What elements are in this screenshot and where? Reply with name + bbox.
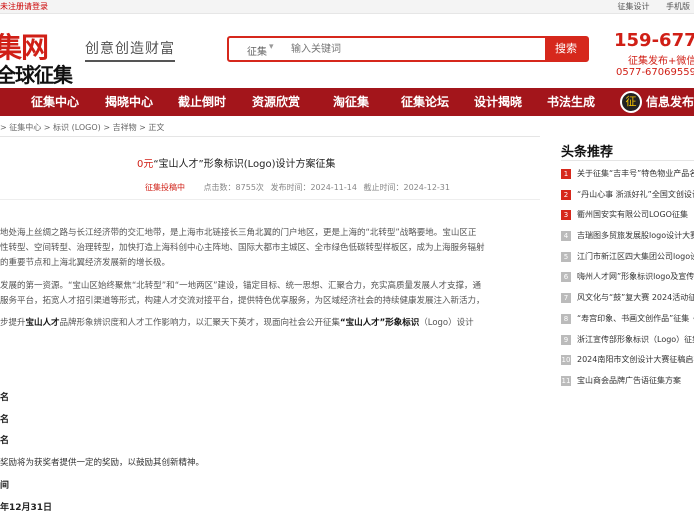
list-item-link[interactable]: 嗨州人才网”形象标识logo及宣传语: [577, 272, 694, 281]
prize-tag: 0元: [137, 159, 154, 170]
search-category-select[interactable]: 征集: [247, 43, 267, 58]
rank-badge: 5: [561, 252, 571, 262]
list-item-link[interactable]: 衢州国安实有限公司LOGO征集: [577, 210, 688, 219]
nav-item-calligraphy[interactable]: 书法生成: [547, 88, 595, 116]
nav-item-countdown[interactable]: 截止倒时: [178, 88, 226, 116]
view-count: 点击数：8755次: [203, 183, 264, 192]
rank-badge: 4: [561, 231, 571, 241]
chevron-down-icon[interactable]: ▾: [269, 42, 274, 52]
nav-item-forum[interactable]: 征集论坛: [401, 88, 449, 116]
list-item-link[interactable]: “丹山心事 浙派好礼”全国文创设计: [577, 190, 694, 199]
top-bar: 未注册请登录 征集设计 手机版: [0, 0, 694, 14]
hotline-number: 159-677-: [614, 30, 694, 51]
rank-badge: 6: [561, 272, 571, 282]
search-input[interactable]: [291, 41, 531, 57]
time-label: 间: [0, 481, 10, 491]
top-links: 征集设计 手机版: [603, 0, 690, 14]
article-paragraph: 地处海上丝绸之路与长江经济带的交汇地带，是上海市北链接长三角北翼的门户地区，更是…: [0, 228, 477, 238]
top-link-mobile[interactable]: 手机版: [666, 2, 690, 11]
list-item[interactable]: 10 2024南阳市文创设计大赛征稿启事: [561, 354, 694, 368]
search-box: 征集 ▾ 搜索: [227, 36, 589, 62]
nav-item-post-info[interactable]: 信息发布: [646, 88, 694, 116]
article-title: “宝山人才”形象标识(Logo)设计方案征集: [153, 159, 336, 170]
award-label: 名: [0, 393, 10, 403]
hotline-caption: 征集发布+微信: [628, 56, 694, 67]
publish-date: 发布时间：2024-11-14: [270, 183, 357, 192]
divider: [0, 136, 540, 137]
breadcrumb[interactable]: > 征集中心 > 标识 (LOGO) > 吉祥物 > 正文: [0, 122, 164, 133]
award-label: 名: [0, 415, 10, 425]
login-link[interactable]: 未注册请登录: [0, 0, 48, 14]
list-item[interactable]: 5 江门市新江区四大集团公司logo设计: [561, 251, 694, 265]
article-paragraph: 发展的第一资源。“宝山区始终聚焦“北转型”和“一地两区”建设，锚定目标、统一思想…: [0, 281, 482, 291]
site-slogan: 创意创造财富: [85, 38, 175, 62]
site-header: 集网 全球征集 创意创造财富 征集 ▾ 搜索 159-677- 征集发布+微信 …: [0, 14, 694, 88]
nav-item-tao-collection[interactable]: 淘征集: [333, 88, 369, 116]
list-item[interactable]: 8 “寿宫印象、书画文创作品”征集《翰: [561, 313, 694, 327]
list-item-link[interactable]: 关于征集“吉丰号”特色物业产品名: [577, 169, 694, 178]
list-item-link[interactable]: 吉瑞图多贸旅发展股logo设计大赛: [577, 231, 694, 240]
nav-item-collection-center[interactable]: 征集中心: [31, 88, 79, 116]
top-link-design[interactable]: 征集设计: [617, 2, 649, 11]
list-item[interactable]: 7 风文化与“鼓”复大赛 2024活动征集: [561, 292, 694, 306]
list-item-link[interactable]: 2024南阳市文创设计大赛征稿启事: [577, 355, 694, 364]
status-badge: 征集投稿中: [145, 183, 185, 192]
list-item-link[interactable]: “寿宫印象、书画文创作品”征集《翰: [577, 314, 694, 323]
divider: [0, 199, 540, 200]
article-paragraph: 性转型、空间转型、治理转型，加快打造上海科创中心主阵地、国际大都市主城区、全市绿…: [0, 243, 485, 253]
award-note: 奖励将为获奖者提供一定的奖励，以鼓励其创新精神。: [0, 458, 205, 468]
rank-badge: 3: [561, 210, 571, 220]
rank-badge: 1: [561, 169, 571, 179]
rank-badge: 11: [561, 376, 571, 386]
hotline-telephone: 0577-67069559: [616, 67, 694, 78]
list-item[interactable]: 9 浙江宣传部形象标识（Logo）征集: [561, 334, 694, 348]
rank-badge: 8: [561, 314, 571, 324]
deadline-date: 截止时间：2024-12-31: [363, 183, 451, 192]
search-button[interactable]: 搜索: [545, 38, 587, 60]
main-nav: 征集中心 揭晓中心 截止倒时 资源欣赏 淘征集 征集论坛 设计揭晓 书法生成 征…: [0, 88, 694, 116]
sidebar-title: 头条推荐: [561, 145, 614, 160]
list-item-link[interactable]: 风文化与“鼓”复大赛 2024活动征集: [577, 293, 694, 302]
post-badge-icon[interactable]: 征: [620, 91, 642, 113]
list-item-link[interactable]: 浙江宣传部形象标识（Logo）征集: [577, 335, 694, 344]
rank-badge: 7: [561, 293, 571, 303]
list-item[interactable]: 11 宝山商会品牌广告语征集方案: [561, 375, 694, 389]
article-paragraph: 的重要节点和上海北翼经济发展新的增长极。: [0, 258, 171, 268]
award-label: 名: [0, 436, 10, 446]
nav-item-design-results[interactable]: 设计揭晓: [474, 88, 522, 116]
divider: [561, 160, 694, 161]
rank-badge: 2: [561, 190, 571, 200]
rank-badge: 10: [561, 355, 571, 365]
list-item[interactable]: 3 衢州国安实有限公司LOGO征集: [561, 209, 694, 223]
list-item[interactable]: 2 “丹山心事 浙派好礼”全国文创设计: [561, 189, 694, 203]
list-item-link[interactable]: 江门市新江区四大集团公司logo设计: [577, 252, 694, 261]
nav-item-results-center[interactable]: 揭晓中心: [105, 88, 153, 116]
list-item[interactable]: 1 关于征集“吉丰号”特色物业产品名: [561, 168, 694, 182]
rank-badge: 9: [561, 335, 571, 345]
deadline-label: 年12月31日: [0, 503, 53, 513]
site-logo-subtitle[interactable]: 全球征集: [0, 59, 73, 88]
page-title: 0元“宝山人才”形象标识(Logo)设计方案征集: [137, 155, 336, 170]
list-item-link[interactable]: 宝山商会品牌广告语征集方案: [577, 376, 681, 385]
article-paragraph: 服务平台，拓宽人才招引渠道等形式，构建人才交流对接平台，提供特色优享服务，为区域…: [0, 296, 485, 306]
article-meta: 征集投稿中 点击数：8755次 发布时间：2024-11-14 截止时间：202…: [145, 182, 454, 193]
article-paragraph: 步提升宝山人才品牌形象辨识度和人才工作影响力，以汇聚天下英才，现面向社会公开征集…: [0, 318, 474, 328]
list-item[interactable]: 6 嗨州人才网”形象标识logo及宣传语: [561, 271, 694, 285]
list-item[interactable]: 4 吉瑞图多贸旅发展股logo设计大赛: [561, 230, 694, 244]
nav-item-resources[interactable]: 资源欣赏: [252, 88, 300, 116]
